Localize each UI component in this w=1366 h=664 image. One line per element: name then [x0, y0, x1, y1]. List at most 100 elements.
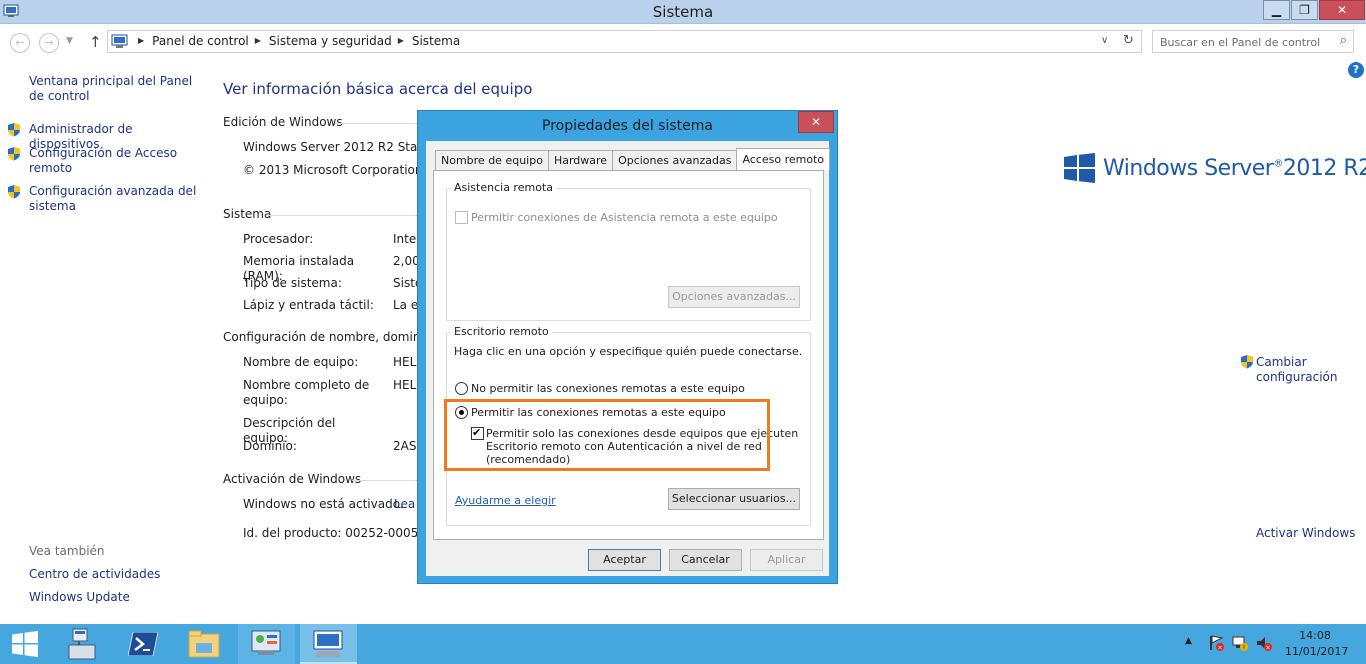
- processor-label: Procesador:: [243, 232, 314, 246]
- refresh-icon[interactable]: ↻: [1123, 33, 1134, 48]
- select-users-button[interactable]: Seleccionar usuarios...: [668, 488, 800, 510]
- shield-icon: [8, 147, 20, 161]
- activation-status: Windows no está activado.: [243, 497, 404, 511]
- show-hidden-icons-icon[interactable]: ▲: [1185, 636, 1192, 646]
- license-terms-link[interactable]: Lea l: [394, 497, 418, 511]
- windows-server-logo: Windows Server®2012 R2: [1064, 152, 1366, 184]
- system-type-label: Tipo de sistema:: [243, 276, 342, 290]
- remote-assistance-checkbox[interactable]: [455, 211, 468, 224]
- remote-assistance-checkbox-label: Permitir conexiones de Asistencia remota…: [471, 211, 778, 224]
- shield-icon: [1241, 355, 1253, 369]
- activation-heading: Activación de Windows: [223, 472, 362, 486]
- taskbar-control-panel[interactable]: [238, 624, 295, 664]
- system-window-icon: [313, 630, 343, 657]
- tab-remote[interactable]: Acceso remoto: [736, 148, 831, 170]
- see-also-heading: Vea también: [29, 544, 105, 558]
- svg-text:×: ×: [1217, 645, 1222, 652]
- domain-value: 2ASI: [393, 439, 418, 453]
- pen-touch-value: La e: [393, 298, 418, 312]
- breadcrumb-system[interactable]: Sistema: [412, 34, 460, 48]
- taskbar-clock[interactable]: 14:08 11/01/2017: [1285, 628, 1349, 660]
- tab-advanced[interactable]: Opciones avanzadas: [612, 150, 738, 170]
- cancel-button[interactable]: Cancelar: [669, 549, 742, 571]
- network-icon[interactable]: !: [1231, 634, 1249, 652]
- server-manager-icon: [68, 628, 96, 660]
- help-me-choose-link[interactable]: Ayudarme a elegir: [455, 494, 556, 507]
- divider: [352, 480, 418, 481]
- see-also-windows-update[interactable]: Windows Update: [29, 590, 199, 605]
- dialog-title: Propiedades del sistema: [542, 118, 713, 134]
- taskbar-system-window[interactable]: [300, 624, 357, 664]
- help-icon[interactable]: ?: [1348, 62, 1364, 78]
- clock-date: 11/01/2017: [1285, 645, 1349, 658]
- tab-hardware[interactable]: Hardware: [547, 150, 614, 170]
- taskbar-file-explorer[interactable]: [176, 624, 233, 664]
- back-button[interactable]: ←: [10, 33, 30, 53]
- address-bar[interactable]: ▶ Panel de control ▶ Sistema y seguridad…: [107, 30, 1142, 53]
- shield-icon: [8, 123, 20, 137]
- file-explorer-icon: [188, 630, 220, 658]
- action-center-flag-icon[interactable]: ×: [1207, 634, 1225, 652]
- window-title: Sistema: [652, 3, 714, 21]
- logo-text: Windows Server: [1103, 155, 1274, 181]
- apply-button[interactable]: Aplicar: [750, 549, 823, 571]
- full-name-value: HELI: [393, 378, 418, 392]
- breadcrumb-arrow-icon[interactable]: ▶: [398, 36, 404, 50]
- minimize-button[interactable]: ▁: [1263, 0, 1290, 20]
- computer-name-label: Nombre de equipo:: [243, 355, 359, 369]
- search-input[interactable]: [1160, 32, 1330, 52]
- window-titlebar: Sistema ▁ ❐ ✕: [0, 0, 1366, 24]
- maximize-button[interactable]: ❐: [1291, 0, 1318, 20]
- breadcrumb-arrow-icon[interactable]: ▶: [138, 36, 144, 50]
- speaker-muted-icon[interactable]: ×: [1255, 634, 1273, 652]
- sidebar-item-advanced-settings[interactable]: Configuración avanzada del sistema: [29, 184, 199, 214]
- remote-assistance-heading: Asistencia remota: [451, 181, 556, 194]
- sidebar-item-control-panel-home[interactable]: Ventana principal del Panel de control: [29, 74, 199, 104]
- taskbar: [0, 624, 1366, 664]
- dialog-tabs: Nombre de equipo Hardware Opciones avanz…: [435, 148, 831, 170]
- tab-computer-name[interactable]: Nombre de equipo: [435, 150, 549, 170]
- page-title: Ver información básica acerca del equipo: [223, 80, 533, 98]
- see-also-action-center[interactable]: Centro de actividades: [29, 567, 199, 582]
- divider: [335, 123, 420, 124]
- advanced-options-button[interactable]: Opciones avanzadas...: [668, 286, 800, 308]
- taskbar-powershell[interactable]: [114, 624, 171, 664]
- no-remote-radio-label[interactable]: No permitir las conexiones remotas a est…: [471, 382, 745, 395]
- search-icon[interactable]: ⌕: [1340, 33, 1347, 48]
- ram-value: 2,00: [393, 254, 418, 268]
- no-remote-radio[interactable]: [455, 382, 468, 395]
- sidebar-item-remote-settings[interactable]: Configuración de Acceso remoto: [29, 146, 199, 176]
- control-panel-icon: [111, 34, 128, 48]
- highlight-annotation: [444, 399, 770, 471]
- breadcrumb-system-security[interactable]: Sistema y seguridad: [269, 34, 392, 48]
- windows-edition: Windows Server 2012 R2 Standard: [243, 140, 418, 154]
- address-dropdown-icon[interactable]: ∨: [1101, 35, 1108, 46]
- taskbar-server-manager[interactable]: [57, 624, 114, 664]
- change-settings-link[interactable]: Cambiar configuración: [1256, 355, 1346, 385]
- breadcrumb: ▶ Panel de control ▶ Sistema y seguridad…: [132, 34, 460, 48]
- system-type-value: Siste: [393, 276, 418, 290]
- full-name-label: Nombre completo de equipo:: [243, 378, 370, 407]
- search-box[interactable]: ⌕: [1152, 30, 1354, 53]
- breadcrumb-control-panel[interactable]: Panel de control: [152, 34, 249, 48]
- tab-panel-remote: Asistencia remota Permitir conexiones de…: [433, 170, 824, 540]
- up-arrow-icon[interactable]: ↑: [89, 33, 102, 51]
- activate-windows-link[interactable]: Activar Windows: [1256, 526, 1355, 540]
- edition-heading: Edición de Windows: [223, 115, 343, 129]
- dialog-close-button[interactable]: ✕: [798, 111, 834, 133]
- start-button[interactable]: [0, 624, 57, 664]
- svg-text:×: ×: [1265, 645, 1270, 652]
- system-properties-dialog: Propiedades del sistema ✕ Nombre de equi…: [417, 110, 838, 584]
- logo-version: 2012 R2: [1282, 155, 1366, 181]
- remote-desktop-heading: Escritorio remoto: [451, 325, 552, 338]
- domain-label: Dominio:: [243, 439, 297, 453]
- ok-button[interactable]: Aceptar: [588, 549, 661, 571]
- close-button[interactable]: ✕: [1319, 0, 1365, 20]
- pen-touch-label: Lápiz y entrada táctil:: [243, 298, 374, 312]
- processor-value: Intel: [393, 232, 418, 246]
- svg-text:!: !: [1243, 645, 1245, 652]
- recent-pages-chevron-icon[interactable]: ▼: [66, 36, 73, 46]
- breadcrumb-arrow-icon[interactable]: ▶: [255, 36, 261, 50]
- system-heading: Sistema: [223, 207, 272, 221]
- forward-button[interactable]: →: [39, 33, 59, 53]
